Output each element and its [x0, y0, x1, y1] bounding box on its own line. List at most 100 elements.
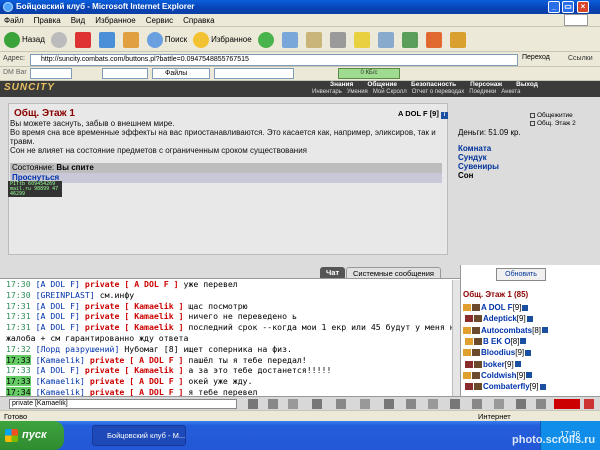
messenger-button[interactable] — [401, 31, 420, 48]
print-button[interactable] — [329, 31, 348, 48]
chat-private-tag[interactable]: private [ Kamaelik ] — [85, 311, 184, 321]
info-icon[interactable] — [539, 383, 546, 390]
counter-widget[interactable]: PITtb 609454269 mail.ru 98899 47 46299 — [8, 181, 62, 197]
refresh-users-button[interactable]: Обновить — [496, 268, 546, 281]
discuss-button[interactable] — [377, 31, 396, 48]
nav-exit[interactable]: Выход — [516, 81, 538, 89]
info-icon[interactable] — [526, 315, 533, 322]
chat-private-tag[interactable]: private [ Kamaelik ] — [85, 322, 184, 332]
chat-time[interactable]: 17:33 — [6, 354, 31, 365]
chat-nick[interactable]: [A DOL F] — [36, 279, 80, 289]
tab-system-messages[interactable]: Системные сообщения — [346, 267, 441, 278]
info-icon[interactable] — [514, 361, 521, 367]
info-icon[interactable] — [525, 349, 532, 356]
chat-time[interactable]: 17:31 — [6, 301, 31, 311]
refresh-button[interactable] — [98, 31, 117, 48]
tool-button-1[interactable] — [425, 31, 444, 48]
nav-profile[interactable]: Анкета — [501, 89, 520, 97]
chat-time[interactable]: 17:30 — [6, 290, 31, 300]
menu-tools[interactable]: Сервис — [146, 16, 173, 25]
smiley-icon[interactable] — [288, 399, 298, 409]
chat-private-tag[interactable]: private [ A DOL F ] — [90, 387, 184, 396]
chat-nick[interactable]: [Лорд разрушений] — [36, 344, 120, 354]
nav-transfers[interactable]: Отчет о переводах — [412, 89, 465, 97]
back-button[interactable]: Назад — [4, 31, 45, 48]
dm-field[interactable] — [30, 68, 72, 79]
tool-icon[interactable] — [516, 399, 526, 409]
link-chest[interactable]: Сундук — [458, 153, 499, 162]
media-button[interactable] — [257, 31, 276, 48]
files-dropdown[interactable]: Файлы — [152, 68, 210, 79]
maximize-icon[interactable]: ▭ — [562, 1, 574, 13]
send-icon[interactable] — [248, 399, 258, 409]
info-icon[interactable] — [526, 372, 533, 379]
user-row[interactable]: Autocombats [8] — [463, 325, 549, 336]
info-icon[interactable] — [542, 327, 549, 334]
tool-icon[interactable] — [384, 399, 394, 409]
menu-view[interactable]: Вид — [71, 16, 85, 25]
chat-private-tag[interactable]: private [ Kamaelik ] — [85, 365, 184, 375]
nav-scroll[interactable]: Мой Скролл — [373, 89, 407, 97]
link-souvenirs[interactable]: Сувениры — [458, 162, 499, 171]
info-icon[interactable] — [520, 338, 527, 345]
chat-nick[interactable]: [Kamaelik] — [36, 355, 85, 365]
tool-icon[interactable] — [360, 399, 370, 409]
current-user[interactable]: A DOL F [9] i — [398, 109, 448, 119]
user-row[interactable]: Coldwish [9] — [463, 370, 533, 381]
info-icon[interactable]: i — [440, 112, 448, 119]
tool-icon[interactable] — [428, 399, 438, 409]
favorites-button[interactable]: Избранное — [193, 31, 252, 48]
go-button[interactable]: Переход — [522, 54, 550, 61]
chat-private-tag[interactable]: private [ A DOL F ] — [90, 355, 184, 365]
chat-time[interactable]: 17:33 — [6, 365, 31, 375]
chat-nick[interactable]: [A DOL F] — [36, 365, 80, 375]
user-row[interactable]: Combaterfly [9] — [465, 381, 546, 392]
tool-icon[interactable] — [536, 399, 546, 409]
chat-nick[interactable]: [A DOL F] — [36, 311, 80, 321]
tool-icon[interactable] — [472, 399, 482, 409]
nav-fights[interactable]: Поединки — [469, 89, 496, 97]
nav-skills[interactable]: Умения — [347, 89, 368, 97]
minimize-icon[interactable]: _ — [548, 1, 560, 13]
chat-time[interactable]: 17:30 — [6, 279, 31, 289]
mail-button[interactable] — [305, 31, 324, 48]
exit-icon[interactable] — [584, 399, 594, 409]
dm-field[interactable] — [102, 68, 148, 79]
links-button[interactable]: Ссылки — [568, 55, 593, 62]
chat-time[interactable]: 17:31 — [6, 322, 31, 332]
close-icon[interactable]: × — [577, 1, 589, 13]
tool-icon[interactable] — [450, 399, 460, 409]
address-input[interactable]: http://suncity.combats.com/buttons.pl?ba… — [30, 54, 518, 66]
menu-file[interactable]: Файл — [4, 16, 24, 25]
checkbox-dormitory[interactable]: Общежитие — [530, 112, 576, 119]
menu-favorites[interactable]: Избранное — [95, 16, 136, 25]
user-row[interactable]: A DOL F [9] — [463, 302, 529, 313]
start-button[interactable]: пуск — [0, 421, 64, 450]
chat-scrollbar[interactable] — [452, 280, 460, 396]
user-row[interactable]: boker [9] — [465, 359, 521, 370]
chat-nick[interactable]: [Kamaelik] — [36, 387, 85, 396]
menu-edit[interactable]: Правка — [34, 16, 61, 25]
tool-icon[interactable] — [494, 399, 504, 409]
chat-time[interactable]: 17:34 — [6, 386, 31, 396]
nav-knowledge[interactable]: Знания — [330, 81, 353, 89]
taskbar-item-browser[interactable]: Бойцовский клуб - M... — [92, 425, 186, 446]
user-row[interactable]: B EK O [8] — [465, 336, 527, 347]
home-button[interactable] — [122, 31, 141, 48]
nav-inventory[interactable]: Инвентарь — [312, 89, 342, 97]
chat-nick[interactable]: [A DOL F] — [36, 322, 80, 332]
chat-time[interactable]: 17:32 — [6, 344, 31, 354]
user-row[interactable]: Adeptick [9] — [465, 313, 533, 324]
chat-private-tag[interactable]: private [ Kamaelik ] — [85, 301, 184, 311]
tool-icon[interactable] — [312, 399, 322, 409]
stop-button[interactable] — [74, 31, 93, 48]
history-button[interactable] — [281, 31, 300, 48]
chat-nick[interactable]: [Kamaelik] — [36, 376, 85, 386]
chat-input[interactable]: private [Kamaelik] — [9, 399, 237, 409]
chat-private-tag[interactable]: private [ A DOL F ] — [90, 376, 184, 386]
chat-nick[interactable]: [GREINPLAST] — [36, 290, 95, 300]
nav-character[interactable]: Персонаж — [470, 81, 502, 89]
tool-button-2[interactable] — [449, 31, 468, 48]
wake-up-link[interactable]: Проснуться — [10, 173, 442, 183]
tool-icon[interactable] — [406, 399, 416, 409]
